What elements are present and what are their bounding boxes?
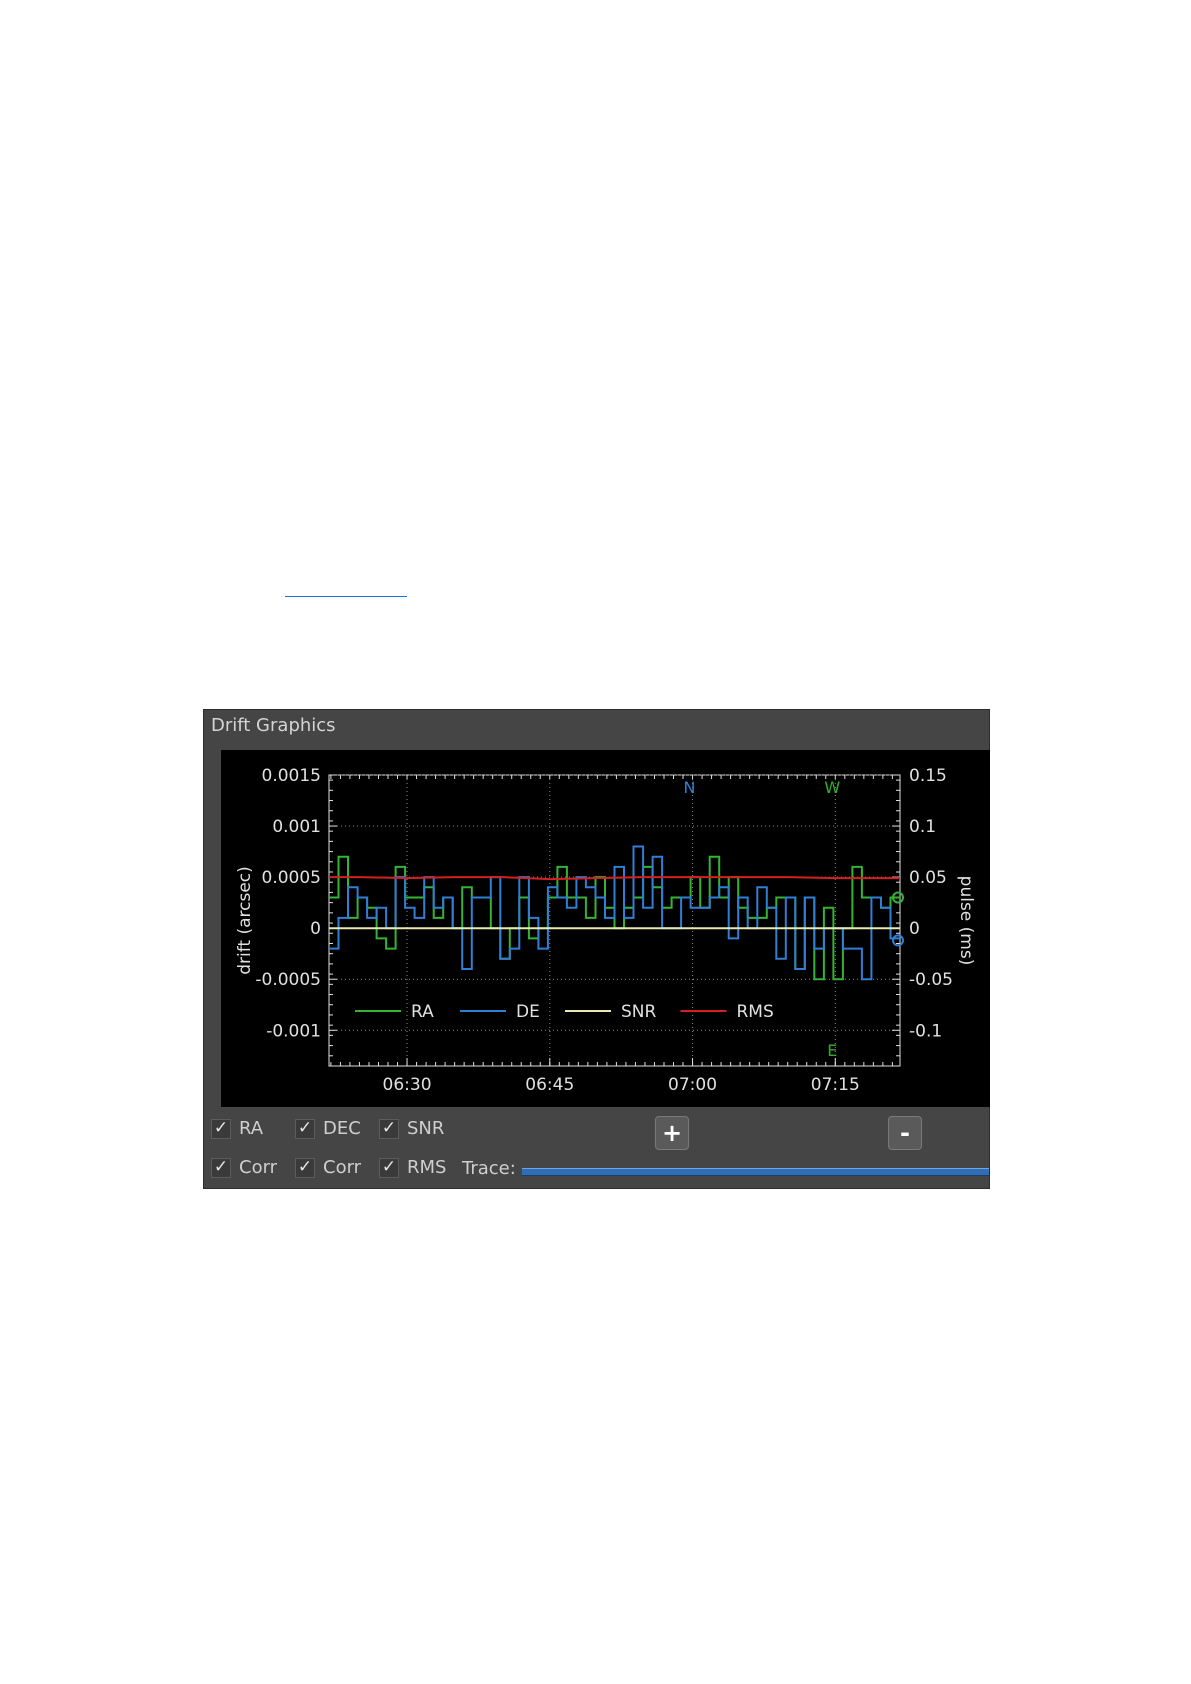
checkbox-rms[interactable]: ✓ RMS [379, 1157, 446, 1178]
y2-tick-label: 0.15 [909, 766, 947, 786]
checkbox-ra-corr-box[interactable]: ✓ [211, 1157, 231, 1178]
checkbox-dec-corr-label: Corr [323, 1157, 362, 1178]
checkbox-ra-corr[interactable]: ✓ Corr [211, 1157, 277, 1178]
checkbox-snr[interactable]: ✓ SNR [379, 1118, 444, 1139]
legend-label-snr: SNR [621, 1002, 657, 1022]
y-tick-label: -0.001 [266, 1021, 321, 1041]
direction-marker-e: E [827, 1041, 837, 1060]
legend-label-rms: RMS [737, 1002, 774, 1022]
checkbox-rms-label: RMS [407, 1157, 447, 1178]
y2-tick-label: 0 [909, 919, 920, 939]
x-tick-label: 06:45 [525, 1075, 574, 1095]
x-tick-label: 07:15 [811, 1075, 860, 1095]
document-link[interactable] [285, 582, 407, 597]
y-tick-label: 0.0005 [262, 868, 321, 888]
zoom-out-button[interactable]: - [888, 1116, 922, 1150]
y2-tick-label: 0.1 [909, 817, 936, 837]
checkbox-snr-label: SNR [407, 1118, 445, 1139]
zoom-in-button[interactable]: + [655, 1116, 689, 1150]
y-tick-label: -0.0005 [255, 970, 321, 990]
drift-chart: 0.0015 0.001 0.0005 0 -0.0005 -0.001 0.15 0.1 0.… [235, 766, 976, 1095]
y2-tick-label: 0.05 [909, 868, 947, 888]
y-tick-label: 0 [310, 919, 321, 939]
checkbox-dec[interactable]: ✓ DEC [295, 1118, 361, 1139]
checkbox-dec-corr[interactable]: ✓ Corr [295, 1157, 361, 1178]
checkbox-rms-box[interactable]: ✓ [379, 1157, 399, 1178]
checkbox-snr-box[interactable]: ✓ [379, 1118, 399, 1139]
y2-tick-label: -0.05 [909, 970, 953, 990]
direction-marker-w: W [824, 778, 840, 797]
y-tick-label: 0.001 [272, 817, 321, 837]
checkbox-ra-label: RA [239, 1118, 264, 1139]
checkbox-dec-box[interactable]: ✓ [295, 1118, 315, 1139]
legend-label-ra: RA [411, 1002, 434, 1022]
y2-tick-label: -0.1 [909, 1021, 942, 1041]
trace-slider[interactable] [522, 1168, 989, 1176]
legend-label-de: DE [516, 1002, 540, 1022]
panel-title: Drift Graphics [211, 715, 336, 736]
checkbox-ra-corr-label: Corr [239, 1157, 278, 1178]
trace-label: Trace: [462, 1158, 516, 1179]
drift-plot: 0.0015 0.001 0.0005 0 -0.0005 -0.001 0.15 0.1 0.… [221, 750, 990, 1107]
checkbox-dec-label: DEC [323, 1118, 361, 1139]
checkbox-ra-box[interactable]: ✓ [211, 1118, 231, 1139]
x-tick-label: 06:30 [383, 1075, 432, 1095]
y2-axis-label: pulse (ms) [956, 876, 976, 966]
y-axis-label: drift (arcsec) [235, 866, 255, 975]
x-tick-label: 07:00 [668, 1075, 717, 1095]
drift-graphics-panel: Drift Graphics 0.0015 0.001 0.0005 0 -0.0005… [203, 709, 990, 1189]
direction-marker-n: N [684, 778, 696, 797]
y-tick-label: 0.0015 [262, 766, 321, 786]
checkbox-ra[interactable]: ✓ RA [211, 1118, 263, 1139]
checkbox-dec-corr-box[interactable]: ✓ [295, 1157, 315, 1178]
